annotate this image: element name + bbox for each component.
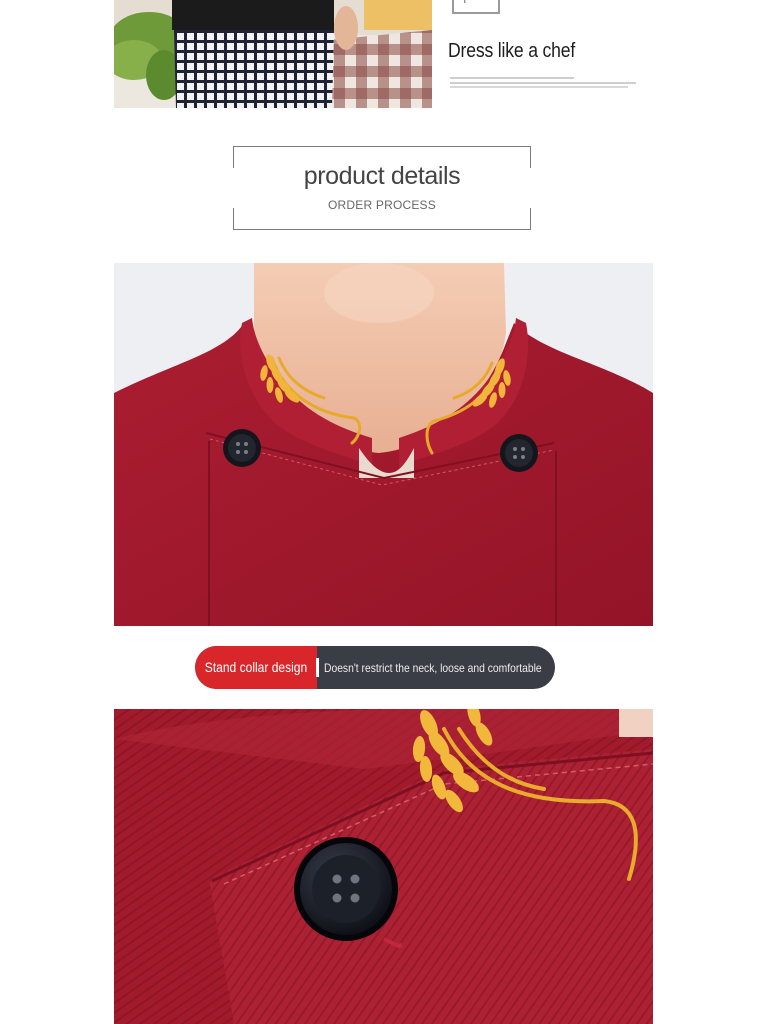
stand-collar-photo [114,263,653,626]
section-title: product details [303,162,461,190]
headline: Dress like a chef [448,40,576,62]
feature-description: Doesn't restrict the neck, loose and com… [324,661,542,675]
fine-print-line [450,77,574,79]
box-edge [233,146,531,147]
section-subtitle: ORDER PROCESS [328,198,436,212]
plus-icon: + [458,0,471,6]
feature-pill: Stand collar design Doesn't restrict the… [195,646,555,689]
pill-divider [316,658,319,677]
fine-print-line [450,82,636,84]
box-edge [233,229,531,230]
plus-frame: + [452,0,500,14]
fine-print-line [450,86,628,88]
chef-pants-photo [114,0,432,108]
feature-label: Stand collar design [204,659,308,675]
feature-label-segment: Stand collar design [195,646,317,689]
button-icon [223,429,261,467]
product-details-box: product details ORDER PROCESS [233,146,531,230]
button-icon [500,434,538,472]
button-closeup-photo [114,709,653,1024]
